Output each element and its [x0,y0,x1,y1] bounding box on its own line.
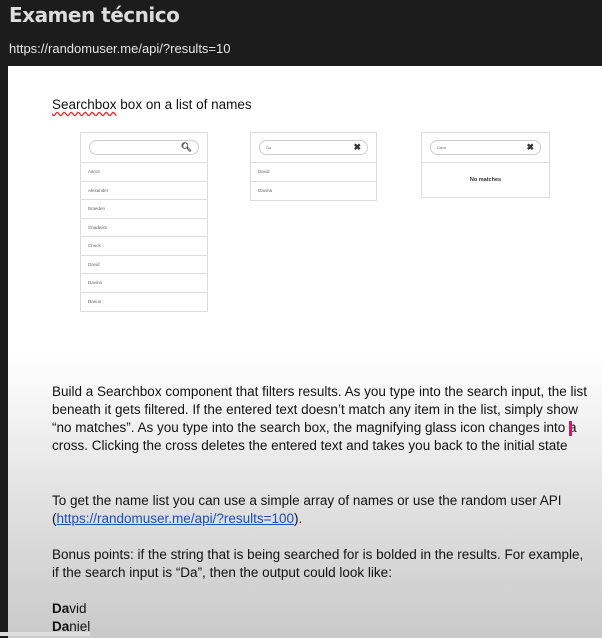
list-item: Braeden [81,200,207,219]
list-item: Chadwick [81,219,207,237]
doc-heading: Searchbox box on a list of names [52,97,252,112]
video-progress-bar[interactable] [0,632,602,636]
description-paragraph: Build a Searchbox component that filters… [52,384,588,453]
api-url: https://randomuser.me/api/?results=10 [9,41,231,56]
heading-word: Searchbox [52,97,117,112]
mockup-filtered: Da ✖ David Davina [250,132,377,201]
search-input: Da ✖ [259,140,368,155]
list-item: Aaron [81,163,207,182]
list-item: Chuck [81,237,207,256]
page-title: Examen técnico [9,3,180,27]
close-icon: ✖ [353,142,361,152]
api-paragraph: To get the name list you can use a simpl… [52,493,562,526]
mockup-no-matches: Dave ✖ No matches [421,132,550,198]
list-item: Davina [258,187,273,193]
bonus-paragraph: Bonus points: if the string that is bein… [52,547,584,580]
api-link[interactable]: https://randomuser.me/api/?results=100 [57,511,295,526]
close-icon: ✖ [526,142,534,152]
example-item: David [52,601,87,616]
list-item: Darius [88,298,102,304]
search-input: Dave ✖ [430,140,541,155]
no-matches-text: No matches [469,177,502,183]
search-input: 🔍︎ [89,140,199,155]
heading-rest: box on a list of names [116,97,252,112]
text-cursor [569,421,572,436]
progress-fill [0,632,91,636]
document: Searchbox box on a list of names 🔍︎ Aaro… [8,66,602,638]
list-item: David [251,163,376,182]
search-icon: 🔍︎ [180,142,192,152]
list-item: David [81,256,207,274]
list-item: Alexander [81,182,207,200]
mockup-initial: 🔍︎ Aaron Alexander Braeden Chadwick Chuck Dav… [80,132,208,312]
list-item: Davina [81,274,207,293]
example-list: David Daniel [52,600,592,636]
